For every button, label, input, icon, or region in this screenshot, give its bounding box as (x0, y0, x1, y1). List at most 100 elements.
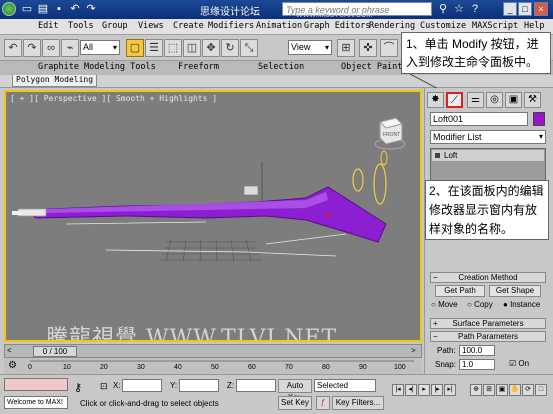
menu-modifiers[interactable]: Modifiers (208, 21, 254, 31)
tab-freeform[interactable]: Freeform (178, 62, 219, 72)
hierarchy-tab-icon[interactable]: ⚌ (467, 92, 484, 108)
instance-radio[interactable]: ● Instance (503, 300, 540, 310)
binoculars-icon[interactable]: ⚲ (436, 2, 450, 16)
select-move-icon[interactable]: ✥ (202, 39, 220, 57)
reference-coordinate-dropdown[interactable]: View (288, 40, 332, 55)
menu-tools[interactable]: Tools (68, 21, 94, 31)
surface-parameters-rollout[interactable]: + Surface Parameters (430, 318, 546, 329)
unlink-icon[interactable]: ⌁ (61, 39, 79, 57)
select-rotate-icon[interactable]: ↻ (221, 39, 239, 57)
move-radio[interactable]: ○ Move (431, 300, 458, 310)
z-coordinate-field[interactable] (236, 379, 276, 392)
display-tab-icon[interactable]: ▣ (505, 92, 522, 108)
menu-rendering[interactable]: Rendering (369, 21, 415, 31)
snap-spinner[interactable]: 1.0 (459, 359, 495, 370)
pan-icon[interactable]: ✋ (509, 384, 521, 396)
window-crossing-icon[interactable]: ◫ (183, 39, 201, 57)
zoom-extents-icon[interactable]: ▣ (496, 384, 508, 396)
snap-on-checkbox[interactable]: ☑ On (509, 359, 529, 369)
redo-icon[interactable]: ↷ (84, 2, 98, 16)
menu-edit[interactable]: Edit (38, 21, 58, 31)
app-logo-icon[interactable] (2, 2, 16, 16)
get-path-button[interactable]: Get Path (435, 285, 485, 297)
object-name-field[interactable]: Loft001 (430, 112, 528, 126)
object-color-swatch[interactable] (533, 112, 545, 126)
link-icon[interactable]: ∞ (42, 39, 60, 57)
region-select-icon[interactable]: ⬚ (164, 39, 182, 57)
maxscript-listener-field[interactable] (4, 378, 68, 391)
create-tab-icon[interactable]: ✸ (427, 92, 444, 108)
modify-tab-icon[interactable]: ⟋ (446, 92, 463, 108)
menu-help[interactable]: Help (524, 21, 544, 31)
next-frame-button-icon[interactable]: |▸ (431, 384, 443, 396)
redo-tool-icon[interactable]: ↷ (23, 39, 41, 57)
open-file-icon[interactable]: ▤ (36, 2, 50, 16)
key-filters-button[interactable]: Key Filters... (332, 396, 384, 410)
track-bar[interactable]: 0 10 20 30 40 50 60 70 80 90 100 (4, 358, 422, 374)
snap-toggle-icon[interactable]: ⌒ (380, 39, 398, 57)
mini-curve-editor-icon[interactable]: ⚙ (8, 360, 24, 372)
close-button[interactable]: × (534, 2, 548, 16)
tab-graphite-modeling[interactable]: Graphite Modeling Tools (38, 62, 156, 72)
go-to-start-icon[interactable]: |◂ (392, 384, 404, 396)
tick-label: 10 (63, 364, 71, 371)
creation-method-rollout[interactable]: − Creation Method (430, 272, 546, 283)
auto-key-button[interactable]: Auto Key (278, 379, 312, 402)
curve-icon[interactable]: ƒ (316, 396, 330, 410)
menu-views[interactable]: Views (138, 21, 164, 31)
pivot-center-icon[interactable]: ⊞ (337, 39, 355, 57)
undo-tool-icon[interactable]: ↶ (4, 39, 22, 57)
copy-radio[interactable]: ○ Copy (467, 300, 493, 310)
lock-selection-icon[interactable]: ⚷ (74, 381, 82, 394)
select-object-icon[interactable]: ▢ (126, 39, 144, 57)
zoom-icon[interactable]: ⊕ (470, 384, 482, 396)
select-manipulate-icon[interactable]: ✜ (359, 39, 377, 57)
tab-selection[interactable]: Selection (258, 62, 304, 72)
tab-polygon-modeling[interactable]: Polygon Modeling (12, 75, 98, 87)
utilities-tab-icon[interactable]: ⚒ (524, 92, 541, 108)
go-to-end-icon[interactable]: ▸| (444, 384, 456, 396)
select-scale-icon[interactable]: ⤡ (240, 39, 258, 57)
maximize-viewport-icon[interactable]: □ (535, 384, 547, 396)
motion-tab-icon[interactable]: ◎ (486, 92, 503, 108)
maximize-button[interactable]: □ (518, 2, 532, 16)
save-icon[interactable]: ▪ (52, 2, 66, 16)
get-shape-button[interactable]: Get Shape (489, 285, 541, 297)
zoom-all-icon[interactable]: ⊞ (483, 384, 495, 396)
selection-filter-dropdown[interactable]: All (80, 40, 120, 55)
path-spinner[interactable]: 100.0 (459, 345, 495, 356)
y-coordinate-field[interactable] (179, 379, 219, 392)
perspective-viewport[interactable]: [ + ][ Perspective ][ Smooth + Highlight… (4, 90, 422, 342)
x-coordinate-field[interactable] (122, 379, 162, 392)
play-icon[interactable]: ▸ (418, 384, 430, 396)
stack-item-loft[interactable]: Loft (432, 150, 544, 161)
time-slider-thumb[interactable]: 0 / 100 (33, 346, 77, 357)
next-frame-icon[interactable]: > (411, 346, 416, 355)
menu-group[interactable]: Group (102, 21, 128, 31)
select-by-name-icon[interactable]: ☰ (145, 39, 163, 57)
prev-frame-icon[interactable]: < (7, 346, 12, 355)
menu-customize[interactable]: Customize (420, 21, 466, 31)
new-file-icon[interactable]: ▭ (20, 2, 34, 16)
path-parameters-rollout[interactable]: − Path Parameters (430, 331, 546, 342)
menu-graph-editors[interactable]: Graph Editors (304, 21, 371, 31)
tick-label: 20 (100, 364, 108, 371)
time-slider[interactable]: < 0 / 100 > (4, 344, 422, 358)
undo-icon[interactable]: ↶ (68, 2, 82, 16)
menu-create[interactable]: Create (173, 21, 204, 31)
minimize-button[interactable]: _ (503, 2, 517, 16)
viewcube[interactable]: FRONT (374, 116, 406, 155)
help-icon[interactable]: ? (468, 2, 482, 16)
set-key-button[interactable]: Set Key (278, 396, 312, 410)
previous-frame-icon[interactable]: ◂| (405, 384, 417, 396)
surface-parameters-label: Surface Parameters (452, 319, 524, 328)
welcome-field[interactable]: Welcome to MAX! (4, 396, 68, 409)
absolute-mode-icon[interactable]: ⊡ (100, 381, 108, 392)
menu-animation[interactable]: Animation (256, 21, 302, 31)
star-icon[interactable]: ☆ (452, 2, 466, 16)
key-mode-dropdown[interactable]: Selected (314, 379, 376, 392)
tab-object-paint[interactable]: Object Paint (341, 62, 402, 72)
modifier-list-dropdown[interactable]: Modifier List (430, 130, 546, 144)
orbit-icon[interactable]: ⟳ (522, 384, 534, 396)
menu-maxscript[interactable]: MAXScript (472, 21, 518, 31)
